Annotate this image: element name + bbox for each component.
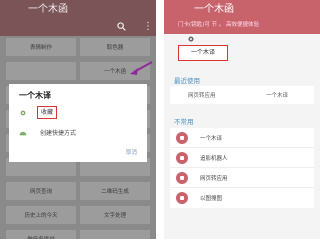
- gear-icon: [20, 110, 26, 116]
- shortcut-label: 创建快捷方式: [40, 130, 77, 137]
- tool-icon: [176, 172, 188, 184]
- section-recent-title: 最近使用: [174, 77, 200, 85]
- shortcut-option[interactable]: 创建快捷方式: [19, 126, 139, 140]
- list-item[interactable]: 网页转应用: [170, 168, 314, 188]
- tool-cell[interactable]: 网页查询: [6, 182, 76, 200]
- tool-cell[interactable]: [6, 62, 76, 80]
- recent-item[interactable]: 网页转应用: [188, 91, 216, 99]
- tool-cell[interactable]: 做任务挑战: [6, 230, 76, 239]
- favorite-item[interactable]: 一个木译: [178, 45, 228, 61]
- list-item[interactable]: 以图搜图: [170, 188, 314, 208]
- list-item-label: 以图搜图: [200, 196, 223, 202]
- recent-row: 网页转应用 一个木译: [170, 86, 314, 104]
- tool-icon: [176, 192, 188, 204]
- left-app-title: 一个木函: [28, 4, 68, 15]
- left-screen: 一个木函 ⋮ 表情制作 取色器 一个木函 网页查询 二维码生成 历史上的今天 文…: [0, 0, 156, 239]
- tool-cell[interactable]: 文字处理: [80, 206, 150, 224]
- tool-icon: [176, 132, 188, 144]
- list-item-label: 一个木译: [200, 136, 223, 142]
- list-item-label: 追影机器人: [200, 156, 228, 162]
- tool-icon: [176, 152, 188, 164]
- dialog-title: 一个木译: [19, 91, 51, 100]
- right-app-header: 一个木函 门卡(钥匙)可 节 。 高效便捷体验: [164, 0, 320, 34]
- header-subtitle: 门卡(钥匙)可 节 。 高效便捷体验: [178, 22, 260, 28]
- list-item[interactable]: 一个木译: [170, 128, 314, 148]
- recent-item[interactable]: 一个木译: [266, 91, 288, 99]
- right-screen: 一个木函 门卡(钥匙)可 节 。 高效便捷体验 一个木译 最近使用 网页转应用 …: [164, 0, 320, 239]
- tool-cell[interactable]: 取色器: [80, 38, 150, 56]
- shortcut-icon: [19, 131, 27, 136]
- tool-cell[interactable]: 历史上的今天: [6, 206, 76, 224]
- list-item[interactable]: 追影机器人: [170, 148, 314, 168]
- search-icon[interactable]: [117, 22, 126, 31]
- list-item-label: 网页转应用: [200, 176, 228, 182]
- cancel-button[interactable]: 取消: [126, 148, 137, 156]
- gear-icon[interactable]: [187, 35, 195, 43]
- tool-cell[interactable]: [80, 230, 150, 239]
- right-app-title: 一个木函: [194, 4, 234, 15]
- left-app-header: 一个木函 ⋮: [0, 0, 156, 36]
- tool-list: 一个木译 追影机器人 网页转应用 以图搜图: [170, 128, 314, 208]
- section-manage-title: 不常用: [174, 118, 194, 126]
- pointer-arrow-icon: [130, 61, 153, 75]
- tool-cell[interactable]: 表情制作: [6, 38, 76, 56]
- overflow-menu-icon[interactable]: ⋮: [143, 22, 153, 32]
- favorite-option[interactable]: 收藏: [19, 106, 139, 120]
- tool-cell[interactable]: 二维码生成: [80, 182, 150, 200]
- favorite-label[interactable]: 收藏: [37, 106, 58, 119]
- long-press-dialog: 一个木译 收藏 创建快捷方式 取消: [9, 84, 147, 162]
